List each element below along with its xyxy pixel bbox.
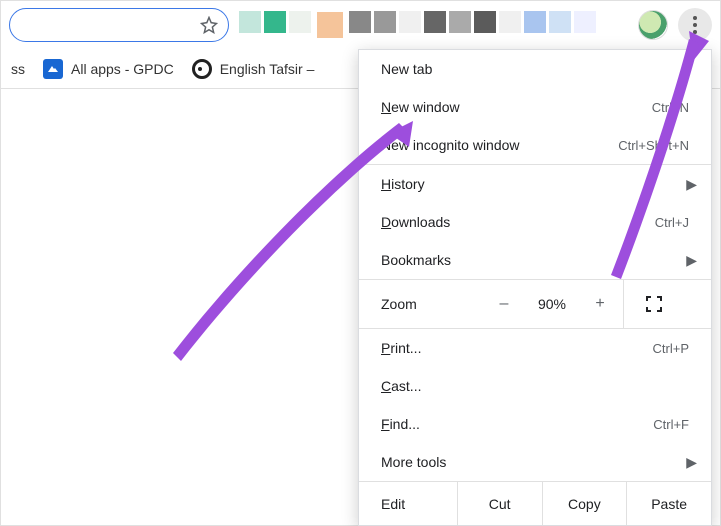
- zoom-in-button[interactable]: +: [577, 295, 623, 313]
- fullscreen-icon: [646, 296, 662, 312]
- ext-tile[interactable]: [524, 11, 546, 33]
- chrome-main-menu: New tab New window Ctrl+N New incognito …: [358, 49, 712, 526]
- menu-item-label: New tab: [381, 61, 689, 77]
- browser-toolbar: [1, 1, 720, 49]
- bookmark-label: ss: [11, 61, 25, 77]
- star-icon[interactable]: [200, 16, 218, 34]
- globe-icon: [192, 59, 212, 79]
- menu-item-find[interactable]: Find... Ctrl+F: [359, 405, 711, 443]
- more-menu-button[interactable]: [678, 8, 712, 42]
- menu-item-history[interactable]: History ▶: [359, 165, 711, 203]
- menu-shortcut: Ctrl+N: [652, 100, 689, 115]
- edit-paste-button[interactable]: Paste: [626, 482, 711, 525]
- menu-item-more-tools[interactable]: More tools ▶: [359, 443, 711, 481]
- bookmark-label: All apps - GPDC: [71, 61, 174, 77]
- menu-shortcut: Ctrl+F: [653, 417, 689, 432]
- submenu-arrow-icon: ▶: [686, 454, 697, 471]
- menu-item-downloads[interactable]: Downloads Ctrl+J: [359, 203, 711, 241]
- menu-item-new-tab[interactable]: New tab: [359, 50, 711, 88]
- more-vert-icon: [693, 16, 697, 34]
- ext-tile[interactable]: [289, 11, 311, 33]
- menu-item-new-window[interactable]: New window Ctrl+N: [359, 88, 711, 126]
- extension-tiles: [239, 11, 596, 39]
- menu-item-label: New incognito window: [381, 137, 618, 153]
- ext-tile[interactable]: [374, 11, 396, 33]
- menu-edit-row: Edit Cut Copy Paste: [359, 481, 711, 525]
- ext-tile[interactable]: [264, 11, 286, 33]
- menu-shortcut: Ctrl+P: [653, 341, 689, 356]
- menu-item-cast[interactable]: Cast...: [359, 367, 711, 405]
- menu-item-label: Find...: [381, 416, 653, 432]
- menu-shortcut: Ctrl+J: [655, 215, 689, 230]
- menu-shortcut: Ctrl+Shift+N: [618, 138, 689, 153]
- ext-tile[interactable]: [317, 12, 343, 38]
- ext-tile[interactable]: [449, 11, 471, 33]
- ext-tile[interactable]: [499, 11, 521, 33]
- menu-zoom-row: Zoom – 90% +: [359, 280, 711, 328]
- edit-cut-button[interactable]: Cut: [457, 482, 542, 525]
- bookmark-item[interactable]: All apps - GPDC: [43, 59, 174, 79]
- ext-tile[interactable]: [349, 11, 371, 33]
- ext-tile[interactable]: [239, 11, 261, 33]
- folder-blue-icon: [43, 59, 63, 79]
- zoom-percent: 90%: [527, 296, 577, 312]
- ext-tile[interactable]: [399, 11, 421, 33]
- edit-copy-button[interactable]: Copy: [542, 482, 627, 525]
- profile-avatar[interactable]: [638, 10, 668, 40]
- address-bar[interactable]: [9, 8, 229, 42]
- zoom-out-button[interactable]: –: [481, 295, 527, 313]
- ext-tile[interactable]: [474, 11, 496, 33]
- bookmark-item[interactable]: English Tafsir –: [192, 59, 315, 79]
- ext-tile[interactable]: [424, 11, 446, 33]
- menu-item-print[interactable]: Print... Ctrl+P: [359, 329, 711, 367]
- bookmark-item[interactable]: ss: [11, 61, 25, 77]
- ext-tile[interactable]: [549, 11, 571, 33]
- menu-item-label: More tools: [381, 454, 689, 470]
- edit-label: Edit: [359, 482, 457, 525]
- submenu-arrow-icon: ▶: [686, 176, 697, 193]
- menu-item-label: Downloads: [381, 214, 655, 230]
- fullscreen-button[interactable]: [624, 296, 684, 312]
- menu-item-label: New window: [381, 99, 652, 115]
- menu-item-label: Cast...: [381, 378, 689, 394]
- menu-item-label: History: [381, 176, 689, 192]
- menu-item-bookmarks[interactable]: Bookmarks ▶: [359, 241, 711, 279]
- submenu-arrow-icon: ▶: [686, 252, 697, 269]
- menu-item-label: Print...: [381, 340, 653, 356]
- zoom-label: Zoom: [381, 296, 481, 312]
- menu-item-label: Bookmarks: [381, 252, 689, 268]
- ext-tile[interactable]: [574, 11, 596, 33]
- menu-item-new-incognito[interactable]: New incognito window Ctrl+Shift+N: [359, 126, 711, 164]
- bookmark-label: English Tafsir –: [220, 61, 315, 77]
